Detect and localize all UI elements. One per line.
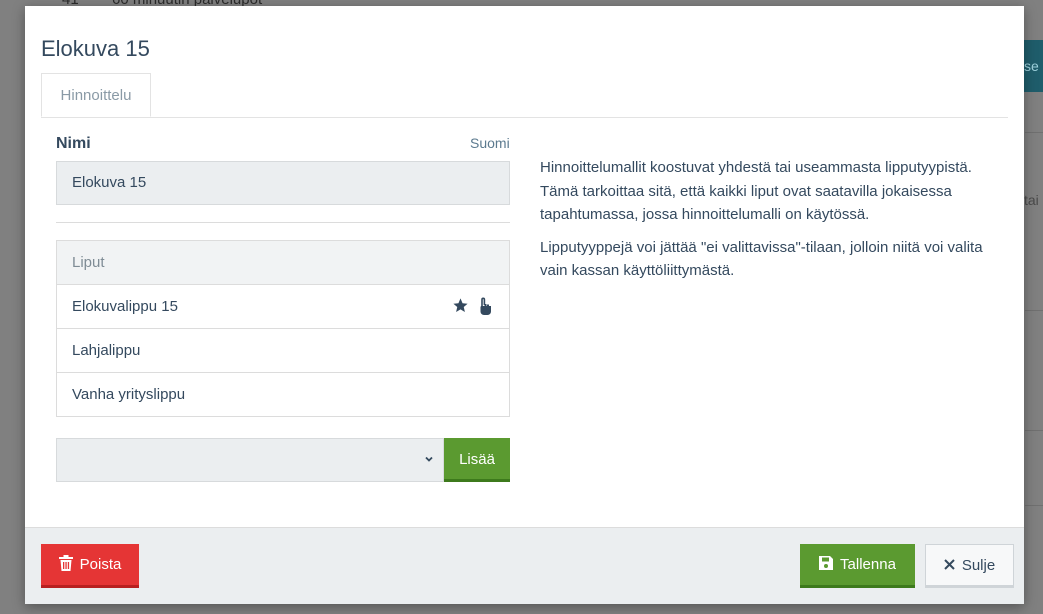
modal-title: Elokuva 15	[41, 36, 150, 61]
ticket-label: Vanha yrityslippu	[72, 386, 186, 403]
chevron-down-icon	[423, 452, 435, 470]
language-link[interactable]: Suomi	[470, 135, 510, 151]
divider	[56, 222, 510, 223]
modal-footer: Poista Tallenna Sulje	[25, 527, 1024, 604]
list-item[interactable]: Elokuvalippu 15	[57, 285, 509, 329]
close-icon	[944, 557, 955, 574]
background-divider	[1025, 505, 1043, 506]
background-text: tai	[1024, 192, 1039, 208]
ticket-label: Elokuvalippu 15	[72, 298, 178, 315]
name-input[interactable]: Elokuva 15	[56, 161, 510, 205]
trash-icon	[58, 554, 73, 575]
list-item[interactable]: Lahjalippu	[57, 329, 509, 373]
save-button[interactable]: Tallenna	[800, 544, 915, 588]
tab-hinnoittelu[interactable]: Hinnoittelu	[41, 73, 151, 117]
floppy-disk-icon	[819, 555, 834, 574]
star-icon[interactable]	[452, 297, 469, 315]
help-paragraph: Lipputyyppejä voi jättää "ei valittaviss…	[540, 238, 983, 280]
help-paragraph: Hinnoittelumallit koostuvat yhdestä tai …	[540, 159, 972, 223]
background-divider	[1025, 430, 1043, 431]
close-label: Sulje	[961, 556, 996, 574]
close-button[interactable]: Sulje	[925, 544, 1014, 588]
background-divider	[1025, 310, 1043, 311]
hand-pointer-icon[interactable]	[477, 297, 493, 315]
save-label: Tallenna	[840, 556, 896, 573]
background-divider	[1025, 132, 1043, 133]
delete-button[interactable]: Poista	[41, 544, 139, 588]
name-label: Nimi	[56, 135, 91, 152]
tab-bar: Hinnoittelu	[41, 73, 1008, 118]
help-text: Hinnoittelumallit koostuvat yhdestä tai …	[540, 156, 985, 292]
ticket-list: Liput Elokuvalippu 15 Lahjalippu Vanha y…	[56, 240, 510, 417]
ticket-list-header: Liput	[57, 241, 509, 285]
ticket-type-select[interactable]	[56, 438, 444, 482]
add-button[interactable]: Lisää	[444, 438, 510, 482]
list-item[interactable]: Vanha yrityslippu	[57, 373, 509, 416]
pricing-modal: Elokuva 15 Hinnoittelu Nimi Suomi Elokuv…	[25, 6, 1024, 604]
ticket-label: Lahjalippu	[72, 342, 141, 359]
delete-label: Poista	[79, 556, 122, 573]
